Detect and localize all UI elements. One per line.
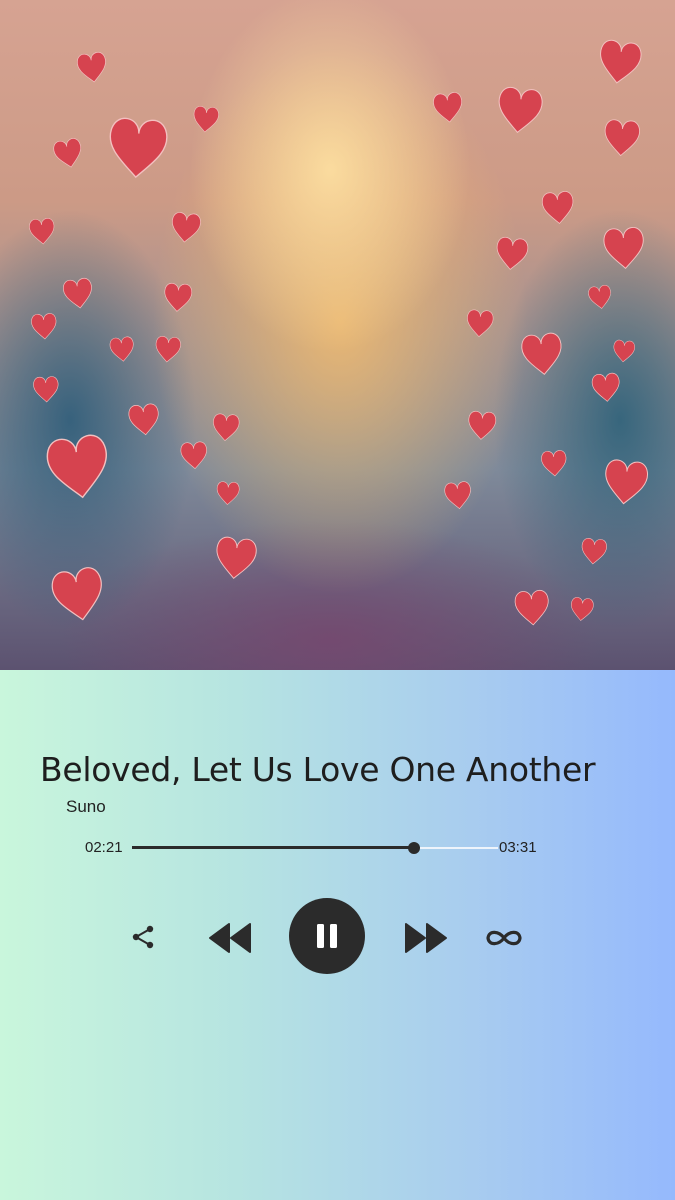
album-artwork	[0, 0, 675, 670]
rewind-icon	[209, 923, 251, 953]
heart-icon	[213, 535, 259, 582]
heart-icon	[602, 225, 647, 271]
heart-icon	[162, 282, 193, 313]
heart-icon	[519, 331, 565, 378]
heart-icon	[215, 480, 241, 506]
heart-icon	[443, 480, 473, 511]
heart-icon	[108, 335, 136, 363]
heart-icon	[431, 91, 465, 125]
elapsed-time: 02:21	[85, 839, 123, 856]
heart-icon	[43, 432, 114, 503]
heart-icon	[48, 564, 109, 625]
hearts-painting	[28, 38, 650, 627]
heart-icon	[569, 596, 595, 623]
heart-icon	[179, 440, 209, 471]
heart-icon	[169, 211, 203, 245]
pause-icon	[317, 924, 337, 948]
heart-icon	[587, 284, 614, 311]
heart-icon	[602, 118, 641, 158]
track-artist: Suno	[66, 797, 106, 816]
pause-button[interactable]	[289, 898, 365, 974]
progress-handle[interactable]	[407, 842, 420, 854]
heart-icon	[32, 375, 60, 404]
track-title: Beloved, Let Us Love One Another	[40, 750, 596, 789]
heart-icon	[612, 339, 636, 364]
infinity-loop-icon	[486, 930, 522, 946]
progress-bar[interactable]	[132, 842, 498, 854]
heart-icon	[513, 589, 551, 627]
share-icon	[132, 925, 154, 949]
heart-icon	[580, 537, 608, 566]
progress-fill	[132, 846, 414, 849]
heart-icon	[28, 217, 56, 246]
total-time: 03:31	[499, 839, 537, 856]
heart-icon	[540, 190, 576, 226]
heart-icon	[30, 312, 58, 341]
heart-icon	[75, 50, 109, 85]
heart-icon	[595, 38, 644, 87]
heart-icon	[61, 276, 95, 311]
heart-icon	[590, 372, 622, 404]
share-button[interactable]	[127, 921, 159, 953]
loop-button[interactable]	[482, 922, 526, 954]
fast-forward-icon	[405, 923, 447, 953]
next-button[interactable]	[400, 918, 452, 958]
heart-icon	[465, 308, 495, 339]
heart-icon	[601, 458, 650, 507]
previous-button[interactable]	[204, 918, 256, 958]
heart-icon	[192, 105, 220, 134]
heart-icon	[466, 410, 497, 441]
heart-icon	[540, 449, 568, 478]
heart-icon	[494, 235, 530, 272]
heart-icon	[154, 335, 182, 364]
heart-icon	[211, 412, 241, 443]
heart-icon	[106, 116, 170, 181]
heart-icon	[127, 402, 162, 437]
heart-icon	[495, 85, 545, 136]
heart-icon	[51, 136, 86, 171]
